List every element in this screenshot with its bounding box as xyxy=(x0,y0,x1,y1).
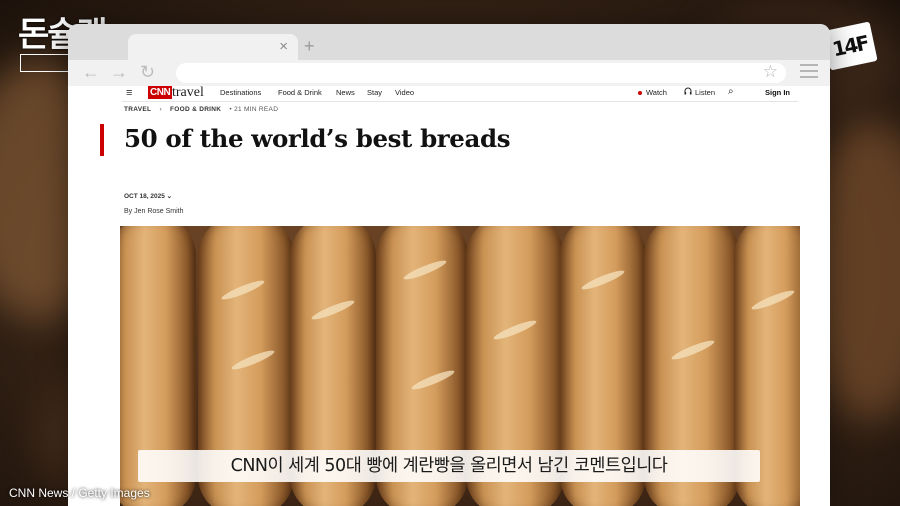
browser-menu-icon[interactable] xyxy=(800,64,818,78)
browser-toolbar: ← → ↻ ☆ xyxy=(68,60,830,86)
browser-tab-bar: × + xyxy=(68,24,830,60)
breadcrumb-section[interactable]: TRAVEL xyxy=(124,106,151,113)
headline-accent-bar xyxy=(100,124,104,156)
subtitle-caption: CNN이 세계 50대 빵에 계란빵을 올리면서 남긴 코멘트입니다 xyxy=(138,450,760,482)
bookmark-star-icon[interactable]: ☆ xyxy=(763,62,778,82)
back-arrow-icon[interactable]: ← xyxy=(82,62,100,83)
watch-link[interactable]: Watch xyxy=(646,88,667,97)
web-page: ≡ CNN travel Destinations Food & Drink N… xyxy=(68,85,830,506)
image-credit: CNN News / Getty Images xyxy=(9,486,150,500)
breadcrumb: TRAVEL › FOOD & DRINK • 21 MIN READ xyxy=(124,106,284,113)
cnn-travel-header: ≡ CNN travel Destinations Food & Drink N… xyxy=(122,85,798,102)
byline: By Jen Rose Smith xyxy=(124,208,184,215)
publish-date[interactable]: OCT 18, 2025 ⌄ xyxy=(124,192,172,200)
cnn-travel-wordmark[interactable]: travel xyxy=(172,85,204,100)
address-bar[interactable] xyxy=(176,63,786,83)
breadcrumb-separator: › xyxy=(159,106,162,113)
listen-link[interactable]: Listen xyxy=(695,88,715,97)
nav-link-video[interactable]: Video xyxy=(395,88,414,97)
nav-link-stay[interactable]: Stay xyxy=(367,88,382,97)
chevron-down-icon[interactable]: ⌄ xyxy=(167,193,172,200)
browser-window: × + ← → ↻ ☆ ≡ CNN travel Destinations Fo… xyxy=(68,24,830,506)
read-time: • 21 MIN READ xyxy=(229,106,279,113)
article-headline: 50 of the world’s best breads xyxy=(124,124,511,153)
reload-icon[interactable]: ↻ xyxy=(140,62,155,83)
new-tab-icon[interactable]: + xyxy=(304,36,315,57)
nav-link-news[interactable]: News xyxy=(336,88,355,97)
tab-close-icon[interactable]: × xyxy=(279,38,288,55)
browser-tab[interactable]: × xyxy=(128,34,298,60)
hamburger-menu-icon[interactable]: ≡ xyxy=(126,87,132,99)
watch-live-dot-icon xyxy=(638,91,642,95)
publish-date-text: OCT 18, 2025 xyxy=(124,193,165,200)
breadcrumb-category[interactable]: FOOD & DRINK xyxy=(170,106,221,113)
forward-arrow-icon[interactable]: → xyxy=(110,62,128,83)
sign-in-link[interactable]: Sign In xyxy=(765,88,790,97)
cnn-logo[interactable]: CNN xyxy=(148,86,173,99)
nav-link-destinations[interactable]: Destinations xyxy=(220,88,261,97)
nav-link-food-drink[interactable]: Food & Drink xyxy=(278,88,322,97)
search-icon[interactable]: ⌕ xyxy=(728,86,734,97)
headphones-icon xyxy=(684,87,692,97)
